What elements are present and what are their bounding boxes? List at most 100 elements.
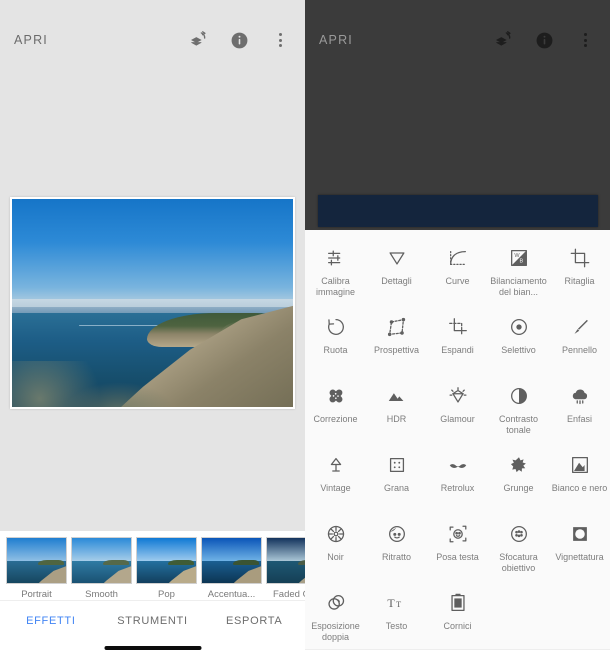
filter-item[interactable]: Pop (136, 537, 197, 600)
healing-patch-icon (325, 383, 347, 409)
tab-effetti[interactable]: EFFETTI (0, 615, 102, 627)
rotate-icon (325, 314, 347, 340)
filter-thumbnail[interactable] (266, 537, 305, 584)
tool-label: Espandi (441, 345, 474, 355)
film-reel-icon (325, 521, 347, 547)
info-icon[interactable] (228, 29, 250, 51)
tool-portrait-face[interactable]: Ritratto (366, 515, 427, 580)
right-appbar-actions (492, 29, 596, 51)
layers-revert-icon[interactable] (187, 29, 209, 51)
tool-rotate[interactable]: Ruota (305, 308, 366, 373)
filters-strip-area: PortraitSmoothPopAccentua...Faded Gl...M… (0, 531, 305, 600)
right-tabbar: EFFETTISTRUMENTIESPORTA (305, 649, 610, 657)
filter-label: Portrait (21, 589, 52, 600)
grunge-splat-icon (508, 452, 530, 478)
overflow-menu-icon[interactable] (574, 29, 596, 51)
svg-text:T: T (396, 600, 401, 609)
tool-label: Pennello (561, 345, 598, 355)
tool-label: Curve (445, 276, 470, 286)
tool-film-reel[interactable]: Noir (305, 515, 366, 580)
curve-graph-icon (447, 245, 469, 271)
head-pose-icon (447, 521, 469, 547)
open-label[interactable]: APRI (319, 33, 492, 47)
tool-double-exposure[interactable]: Esposizione doppia (305, 584, 366, 649)
tool-healing-patch[interactable]: Correzione (305, 377, 366, 442)
tool-selective-dot[interactable]: Selettivo (488, 308, 549, 373)
tool-label: Calibra immagine (315, 276, 355, 297)
tool-label: Bilanciamento del bian... (490, 276, 547, 297)
tools-grid: Calibra immagine Dettagli Curve W B Bilanciam… (305, 239, 610, 649)
tool-head-pose[interactable]: Posa testa (427, 515, 488, 580)
tool-label: Vintage (320, 483, 351, 493)
mountains-icon (386, 383, 408, 409)
tool-white-balance[interactable]: W B Bilanciamento del bian... (488, 239, 549, 304)
lamp-vintage-icon (325, 452, 347, 478)
text-icon: TT (386, 590, 408, 616)
tool-mountains[interactable]: HDR (366, 377, 427, 442)
right-screen-tools: APRI Calibra immagine Dettagli Curve W B… (305, 0, 610, 657)
tool-mustache[interactable]: Retrolux (427, 446, 488, 511)
tool-lens-blur[interactable]: Sfocatura obiettivo (488, 515, 549, 580)
tool-tune-sliders[interactable]: Calibra immagine (305, 239, 366, 304)
open-label[interactable]: APRI (14, 33, 187, 47)
info-icon[interactable] (533, 29, 555, 51)
tab-esporta[interactable]: ESPORTA (203, 615, 305, 627)
filter-thumbnail[interactable] (6, 537, 67, 584)
frames-icon (447, 590, 469, 616)
expand-icon (447, 314, 469, 340)
portrait-face-icon (386, 521, 408, 547)
filter-thumbnail[interactable] (201, 537, 262, 584)
tool-label: Enfasi (566, 414, 592, 424)
left-appbar-actions (187, 29, 291, 51)
coastal-seascape-photo[interactable] (12, 199, 293, 407)
tool-expand[interactable]: Espandi (427, 308, 488, 373)
tool-cloud-drama[interactable]: Enfasi (549, 377, 610, 442)
grain-dice-icon (386, 452, 408, 478)
tool-contrast-circle[interactable]: Contrasto tonale (488, 377, 549, 442)
overflow-menu-icon[interactable] (269, 29, 291, 51)
photo-sky (12, 199, 293, 308)
tool-curve-graph[interactable]: Curve (427, 239, 488, 304)
tool-label: Esposizione doppia (311, 621, 360, 642)
double-exposure-icon (325, 590, 347, 616)
tool-perspective[interactable]: Prospettiva (366, 308, 427, 373)
filter-label: Pop (158, 589, 175, 600)
tool-label: Grana (383, 483, 409, 493)
glamour-glow-icon (447, 383, 469, 409)
tool-glamour-glow[interactable]: Glamour (427, 377, 488, 442)
tool-grain-dice[interactable]: Grana (366, 446, 427, 511)
tool-brush[interactable]: Pennello (549, 308, 610, 373)
tool-lamp-vintage[interactable]: Vintage (305, 446, 366, 511)
crop-icon (569, 245, 591, 271)
layers-revert-icon[interactable] (492, 29, 514, 51)
tool-frames[interactable]: Cornici (427, 584, 488, 649)
filter-thumbnail[interactable] (136, 537, 197, 584)
cloud-drama-icon (569, 383, 591, 409)
filter-item[interactable]: Faded Gl... (266, 537, 305, 600)
home-indicator (104, 646, 201, 650)
tool-label: Testo (385, 621, 408, 631)
triangle-down-icon (386, 245, 408, 271)
tool-crop[interactable]: Ritaglia (549, 239, 610, 304)
tool-label: Vignettatura (555, 552, 604, 562)
tool-label: Glamour (440, 414, 475, 424)
tool-label: Ritaglia (564, 276, 595, 286)
filter-item[interactable]: Smooth (71, 537, 132, 600)
selective-dot-icon (508, 314, 530, 340)
photo-preview-sliver[interactable] (318, 195, 598, 227)
filter-item[interactable]: Accentua... (201, 537, 262, 600)
tool-text[interactable]: T T Testo (366, 584, 427, 649)
svg-text:T: T (387, 596, 395, 610)
tool-bw-frame[interactable]: Bianco e nero (549, 446, 610, 511)
filter-item[interactable]: Portrait (6, 537, 67, 600)
filters-strip[interactable]: PortraitSmoothPopAccentua...Faded Gl...M… (0, 537, 305, 600)
perspective-icon (386, 314, 408, 340)
tool-triangle-down[interactable]: Dettagli (366, 239, 427, 304)
lens-blur-icon (508, 521, 530, 547)
tool-vignette[interactable]: Vignettatura (549, 515, 610, 580)
filter-thumbnail[interactable] (71, 537, 132, 584)
photo-scrub-mid (62, 382, 175, 407)
tool-label: Selettivo (501, 345, 536, 355)
tab-strumenti[interactable]: STRUMENTI (102, 615, 204, 627)
tool-grunge-splat[interactable]: Grunge (488, 446, 549, 511)
